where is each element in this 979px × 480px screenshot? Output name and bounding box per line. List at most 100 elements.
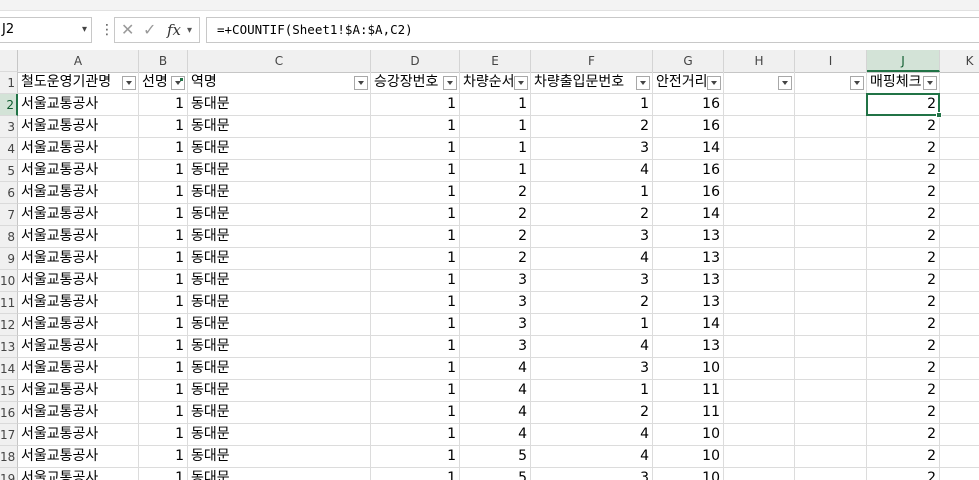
table-cell[interactable]: 동대문: [188, 248, 371, 270]
table-cell[interactable]: 1: [371, 424, 460, 446]
chevron-down-icon[interactable]: ▾: [82, 18, 87, 42]
table-cell[interactable]: [724, 204, 795, 226]
table-cell[interactable]: 1: [371, 336, 460, 358]
table-cell[interactable]: 서울교통공사: [18, 138, 139, 160]
table-cell[interactable]: 1: [139, 402, 188, 424]
table-cell[interactable]: [940, 138, 979, 160]
table-cell[interactable]: [795, 446, 867, 468]
filter-dropdown-icon[interactable]: [514, 76, 528, 90]
enter-icon[interactable]: ✓: [143, 20, 156, 39]
table-cell[interactable]: [940, 314, 979, 336]
table-cell[interactable]: 2: [867, 94, 940, 116]
table-cell[interactable]: [724, 446, 795, 468]
table-cell[interactable]: 3: [531, 138, 653, 160]
table-cell[interactable]: 4: [460, 424, 531, 446]
table-cell[interactable]: 3: [531, 226, 653, 248]
table-cell[interactable]: [940, 402, 979, 424]
table-cell[interactable]: 1: [139, 270, 188, 292]
formula-input[interactable]: =+COUNTIF(Sheet1!$A:$A,C2): [206, 17, 979, 43]
table-cell[interactable]: 1: [139, 204, 188, 226]
table-cell[interactable]: 4: [460, 358, 531, 380]
table-cell[interactable]: 4: [531, 248, 653, 270]
table-cell[interactable]: [940, 116, 979, 138]
table-cell[interactable]: [795, 402, 867, 424]
table-cell[interactable]: 1: [139, 182, 188, 204]
table-cell[interactable]: [795, 468, 867, 480]
row-header[interactable]: 14: [0, 358, 18, 380]
table-cell[interactable]: 2: [867, 116, 940, 138]
row-header[interactable]: 13: [0, 336, 18, 358]
column-header-e[interactable]: E: [460, 50, 531, 72]
table-cell[interactable]: 1: [531, 94, 653, 116]
table-cell[interactable]: [724, 336, 795, 358]
table-cell[interactable]: 1: [371, 314, 460, 336]
table-cell[interactable]: [795, 336, 867, 358]
table-cell[interactable]: [940, 358, 979, 380]
table-cell[interactable]: [724, 182, 795, 204]
row-header[interactable]: 9: [0, 248, 18, 270]
table-cell[interactable]: 4: [531, 336, 653, 358]
chevron-down-icon[interactable]: ▾: [187, 25, 192, 36]
table-cell[interactable]: 1: [371, 446, 460, 468]
table-cell[interactable]: 2: [867, 248, 940, 270]
table-cell[interactable]: 1: [139, 380, 188, 402]
table-cell[interactable]: 16: [653, 94, 724, 116]
filter-dropdown-icon[interactable]: [850, 76, 864, 90]
table-cell[interactable]: 2: [867, 446, 940, 468]
table-cell[interactable]: 2: [867, 204, 940, 226]
table-cell[interactable]: 1: [371, 270, 460, 292]
filter-dropdown-icon[interactable]: [636, 76, 650, 90]
table-cell[interactable]: 1: [531, 182, 653, 204]
table-cell[interactable]: 14: [653, 314, 724, 336]
row-header[interactable]: 17: [0, 424, 18, 446]
table-cell[interactable]: 2: [531, 402, 653, 424]
column-header-h[interactable]: H: [724, 50, 795, 72]
table-cell[interactable]: 동대문: [188, 402, 371, 424]
row-header[interactable]: 4: [0, 138, 18, 160]
row-header[interactable]: 19: [0, 468, 18, 480]
table-cell[interactable]: 13: [653, 292, 724, 314]
table-cell[interactable]: [940, 226, 979, 248]
table-cell[interactable]: [795, 380, 867, 402]
table-cell[interactable]: [940, 292, 979, 314]
table-cell[interactable]: 1: [371, 160, 460, 182]
table-cell[interactable]: 서울교통공사: [18, 116, 139, 138]
table-cell[interactable]: 2: [867, 138, 940, 160]
table-cell[interactable]: 동대문: [188, 116, 371, 138]
table-cell[interactable]: 동대문: [188, 226, 371, 248]
table-cell[interactable]: 2: [867, 358, 940, 380]
filter-dropdown-icon[interactable]: [354, 76, 368, 90]
table-cell[interactable]: [724, 138, 795, 160]
table-cell[interactable]: 3: [460, 314, 531, 336]
table-cell[interactable]: [940, 182, 979, 204]
table-cell[interactable]: [724, 160, 795, 182]
filter-dropdown-icon[interactable]: [707, 76, 721, 90]
table-cell[interactable]: [795, 94, 867, 116]
table-cell[interactable]: [795, 204, 867, 226]
table-cell[interactable]: 1: [460, 138, 531, 160]
table-cell[interactable]: [795, 116, 867, 138]
table-cell[interactable]: 1: [460, 94, 531, 116]
table-cell[interactable]: [724, 468, 795, 480]
row-header[interactable]: 1: [0, 72, 18, 94]
column-header-f[interactable]: F: [531, 50, 653, 72]
table-cell[interactable]: 10: [653, 424, 724, 446]
more-options-icon[interactable]: ⋮: [100, 22, 114, 38]
table-cell[interactable]: [795, 138, 867, 160]
table-cell[interactable]: [940, 204, 979, 226]
header-cell[interactable]: 역명: [188, 72, 371, 94]
table-cell[interactable]: [724, 270, 795, 292]
spreadsheet-grid[interactable]: ABCDEFGHIJK 1 2 3 4 5 6 7 8 9 10 11 12 13 14 15 16 17 18 1…: [0, 50, 979, 480]
table-cell[interactable]: 10: [653, 468, 724, 480]
table-cell[interactable]: 2: [531, 116, 653, 138]
table-cell[interactable]: 동대문: [188, 160, 371, 182]
table-cell[interactable]: 1: [371, 468, 460, 480]
table-cell[interactable]: 서울교통공사: [18, 94, 139, 116]
table-cell[interactable]: 서울교통공사: [18, 358, 139, 380]
row-header[interactable]: 8: [0, 226, 18, 248]
table-cell[interactable]: 1: [139, 468, 188, 480]
table-cell[interactable]: 14: [653, 204, 724, 226]
table-cell[interactable]: 3: [531, 270, 653, 292]
table-cell[interactable]: [795, 292, 867, 314]
table-cell[interactable]: 1: [371, 226, 460, 248]
